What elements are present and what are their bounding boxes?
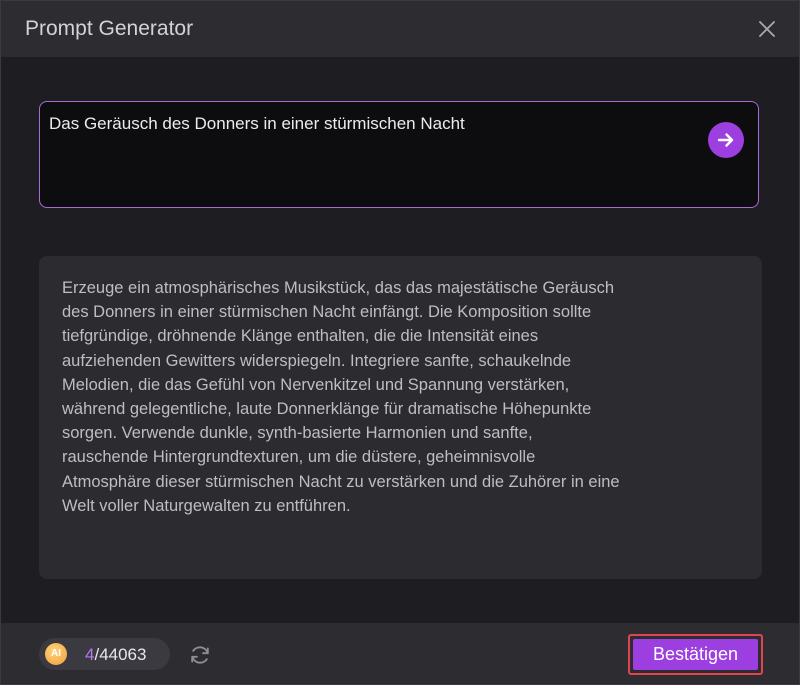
credits-total: /44063 bbox=[94, 645, 147, 664]
close-button[interactable] bbox=[755, 17, 779, 41]
prompt-input-box[interactable]: Das Geräusch des Donners in einer stürmi… bbox=[39, 101, 759, 208]
confirm-button-label: Bestätigen bbox=[633, 639, 758, 670]
prompt-input[interactable]: Das Geräusch des Donners in einer stürmi… bbox=[49, 112, 689, 136]
ai-coin-icon: AI bbox=[45, 643, 67, 665]
confirm-button[interactable]: Bestätigen bbox=[628, 634, 763, 675]
generate-button[interactable] bbox=[708, 122, 744, 158]
dialog-title: Prompt Generator bbox=[25, 17, 194, 40]
refresh-icon bbox=[191, 646, 209, 664]
dialog-titlebar: Prompt Generator bbox=[1, 1, 799, 57]
close-icon bbox=[759, 21, 775, 37]
prompt-generator-dialog: Prompt Generator Das Geräusch des Donner… bbox=[0, 0, 800, 685]
credits-badge: AI 4/44063 bbox=[39, 638, 170, 670]
generated-prompt-box[interactable]: Erzeuge ein atmosphärisches Musikstück, … bbox=[39, 256, 762, 579]
credits-counter: 4/44063 bbox=[85, 645, 146, 664]
refresh-button[interactable] bbox=[188, 643, 212, 667]
arrow-right-icon bbox=[717, 133, 734, 147]
generated-prompt-text: Erzeuge ein atmosphärisches Musikstück, … bbox=[62, 279, 620, 515]
dialog-footer: AI 4/44063 Bestätigen bbox=[1, 623, 799, 684]
